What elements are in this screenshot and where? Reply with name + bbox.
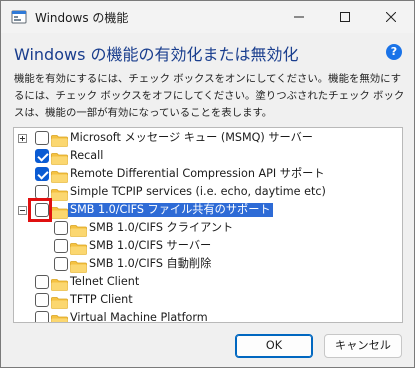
folder-icon: [51, 186, 68, 201]
ok-button[interactable]: OK: [235, 334, 313, 358]
folder-icon: [51, 294, 68, 309]
feature-label: Telnet Client: [70, 275, 140, 288]
feature-checkbox[interactable]: [35, 185, 49, 199]
title-bar[interactable]: Windows の機能: [1, 1, 414, 33]
folder-icon: [51, 150, 68, 165]
feature-checkbox[interactable]: [35, 167, 49, 181]
feature-row[interactable]: Recall: [14, 147, 402, 165]
folder-icon: [51, 168, 68, 183]
feature-checkbox[interactable]: [35, 311, 49, 322]
description-text: 機能を有効にするには、チェック ボックスをオンにしてください。機能を無効にするに…: [14, 73, 405, 119]
minimize-icon: [294, 16, 304, 18]
feature-row[interactable]: Microsoft メッセージ キュー (MSMQ) サーバー: [14, 129, 402, 147]
window-title: Windows の機能: [35, 11, 129, 25]
feature-label: Simple TCPIP services (i.e. echo, daytim…: [70, 185, 326, 198]
feature-row[interactable]: Telnet Client: [14, 273, 402, 291]
folder-icon: [70, 240, 87, 255]
feature-label: TFTP Client: [70, 293, 133, 306]
minimize-button[interactable]: [276, 1, 322, 33]
feature-label: SMB 1.0/CIFS クライアント: [89, 221, 234, 234]
folder-icon: [51, 312, 68, 322]
feature-label: Virtual Machine Platform: [70, 311, 208, 323]
feature-label: Remote Differential Compression API サポート: [70, 167, 325, 180]
feature-checkbox[interactable]: [54, 257, 68, 271]
feature-label: SMB 1.0/CIFS サーバー: [89, 239, 212, 252]
windows-features-dialog: Windows の機能 Windows の機能の有効化または無効化 ? 機能を有…: [0, 0, 415, 368]
feature-checkbox[interactable]: [35, 293, 49, 307]
folder-icon: [51, 132, 68, 147]
feature-checkbox[interactable]: [54, 239, 68, 253]
expand-icon[interactable]: [18, 134, 27, 143]
feature-row[interactable]: SMB 1.0/CIFS ファイル共有のサポート: [14, 201, 402, 219]
highlight-annotation: [28, 198, 52, 222]
windows-features-icon: [11, 9, 27, 25]
close-button[interactable]: [368, 1, 414, 33]
feature-checkbox[interactable]: [35, 131, 49, 145]
feature-label: SMB 1.0/CIFS 自動削除: [89, 257, 212, 270]
maximize-icon: [340, 12, 350, 22]
folder-icon: [51, 204, 68, 219]
collapse-icon[interactable]: [18, 206, 27, 215]
folder-icon: [70, 258, 87, 273]
feature-row[interactable]: SMB 1.0/CIFS 自動削除: [14, 255, 402, 273]
feature-row[interactable]: SMB 1.0/CIFS サーバー: [14, 237, 402, 255]
feature-checkbox[interactable]: [35, 275, 49, 289]
folder-icon: [51, 276, 68, 291]
feature-checkbox[interactable]: [54, 221, 68, 235]
page-title: Windows の機能の有効化または無効化: [14, 45, 299, 64]
feature-label: Recall: [70, 149, 104, 162]
feature-row[interactable]: SMB 1.0/CIFS クライアント: [14, 219, 402, 237]
folder-icon: [70, 222, 87, 237]
feature-row[interactable]: Virtual Machine Platform: [14, 309, 402, 323]
close-icon: [386, 12, 396, 22]
maximize-button[interactable]: [322, 1, 368, 33]
feature-checkbox[interactable]: [35, 149, 49, 163]
feature-row[interactable]: Simple TCPIP services (i.e. echo, daytim…: [14, 183, 402, 201]
feature-row[interactable]: TFTP Client: [14, 291, 402, 309]
cancel-button[interactable]: キャンセル: [324, 334, 402, 358]
feature-row[interactable]: Remote Differential Compression API サポート: [14, 165, 402, 183]
feature-label: Microsoft メッセージ キュー (MSMQ) サーバー: [70, 131, 313, 144]
help-icon[interactable]: ?: [386, 44, 402, 60]
features-tree[interactable]: Microsoft メッセージ キュー (MSMQ) サーバー Recall Rem…: [13, 127, 403, 323]
feature-label: SMB 1.0/CIFS ファイル共有のサポート: [68, 203, 273, 217]
